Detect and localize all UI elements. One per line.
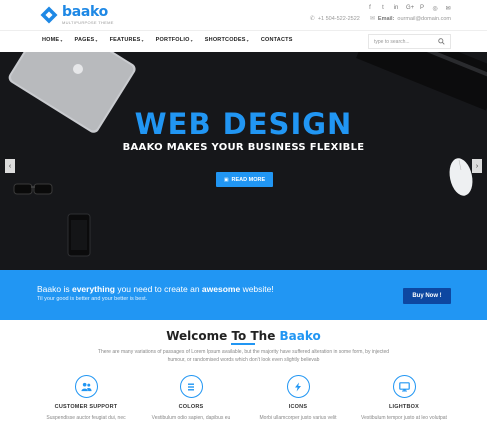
welcome-title: Welcome To The Baako <box>0 329 487 343</box>
feature-lightbox[interactable]: LIGHTBOX Vestibulum tempor justo at leo … <box>354 375 454 421</box>
glasses-image <box>13 183 53 195</box>
feature-title: CUSTOMER SUPPORT <box>54 404 118 410</box>
top-bar: baako MULTIPURPOSE THEME f t in G+ P ◎ ✉… <box>0 0 487 30</box>
title-divider <box>231 343 255 345</box>
users-icon <box>74 375 98 398</box>
feature-desc: Vestibulum odio sapien, dapibus eu <box>151 415 231 421</box>
chevron-left-icon: ‹ <box>8 162 12 170</box>
linkedin-icon[interactable]: in <box>393 5 399 12</box>
nav-label: SHORTCODES <box>204 37 246 43</box>
cta-headline: Baako is everything you need to create a… <box>37 284 274 294</box>
brush-icon <box>179 375 203 398</box>
read-more-button[interactable]: ▣ READ MORE <box>216 172 273 187</box>
email-address[interactable]: ourmail@domain.com <box>397 16 451 22</box>
chart-icon: ▣ <box>223 176 229 183</box>
chevron-down-icon: ▾ <box>95 37 98 43</box>
cta-strong-text: everything <box>71 284 115 294</box>
nav-item-home[interactable]: HOME ▾ <box>42 37 63 43</box>
chevron-down-icon: ▾ <box>60 37 63 43</box>
nav-label: FEATURES <box>109 37 141 43</box>
welcome-title-text: Welcome To The <box>166 329 280 343</box>
phone-image <box>67 213 91 257</box>
nav-item-pages[interactable]: PAGES ▾ <box>75 37 98 43</box>
main-nav: HOME ▾ PAGES ▾ FEATURES ▾ PORTFOLIO ▾ SH… <box>0 30 487 52</box>
feature-desc: Suspendisse auctor feugiat dui, nec <box>46 415 126 421</box>
search-box <box>368 34 451 49</box>
hero-background-image <box>8 52 487 257</box>
email-label: Email: <box>377 15 395 22</box>
chevron-right-icon: › <box>475 162 479 170</box>
search-input[interactable] <box>374 38 440 45</box>
cta-band: Baako is everything you need to create a… <box>0 270 487 320</box>
read-more-label: READ MORE <box>231 176 266 183</box>
feature-customer-support[interactable]: CUSTOMER SUPPORT Suspendisse auctor feug… <box>36 375 136 421</box>
cta-strong-text: awesome <box>201 284 241 294</box>
slider-prev-button[interactable]: ‹ <box>5 159 15 173</box>
nav-item-shortcodes[interactable]: SHORTCODES ▾ <box>205 37 249 43</box>
features-row: CUSTOMER SUPPORT Suspendisse auctor feug… <box>0 375 487 422</box>
nav-label: PORTFOLIO <box>155 37 190 43</box>
facebook-icon[interactable]: f <box>367 5 373 12</box>
chevron-down-icon: ▾ <box>141 37 144 43</box>
search-icon[interactable] <box>438 38 445 45</box>
contact-info: ✆ +1 504-522-2522 ✉ Email: ourmail@domai… <box>309 15 451 23</box>
nav-item-features[interactable]: FEATURES ▾ <box>110 37 144 43</box>
hero-slider: WEB DESIGN BAAKO MAKES YOUR BUSINESS FLE… <box>0 52 487 270</box>
chevron-down-icon: ▾ <box>246 37 249 43</box>
feature-icons[interactable]: ICONS Morbi ullamcorper justo varius vel… <box>248 375 348 421</box>
cta-text: you need to create an <box>114 284 202 294</box>
pinterest-icon[interactable]: P <box>419 5 425 12</box>
chevron-down-icon: ▾ <box>190 37 193 43</box>
nav-item-portfolio[interactable]: PORTFOLIO ▾ <box>156 37 193 43</box>
hero-title: WEB DESIGN <box>134 107 353 141</box>
monitor-image <box>356 52 487 111</box>
welcome-title-accent: Baako <box>279 329 321 343</box>
cta-text: Baako is <box>37 284 72 294</box>
feature-colors[interactable]: COLORS Vestibulum odio sapien, dapibus e… <box>141 375 241 421</box>
nav-label: PAGES <box>74 37 95 43</box>
nav-item-contacts[interactable]: CONTACTS <box>261 37 293 43</box>
envelope-icon: ✉ <box>369 16 375 22</box>
nav-label: HOME <box>42 37 60 43</box>
social-links: f t in G+ P ◎ ✉ <box>367 5 451 12</box>
feature-title: ICONS <box>288 404 308 410</box>
slider-next-button[interactable]: › <box>472 159 482 173</box>
mail-icon[interactable]: ✉ <box>445 5 451 12</box>
bolt-icon <box>286 375 310 398</box>
google-plus-icon[interactable]: G+ <box>406 5 414 12</box>
cta-subline: Til your good is better and your better … <box>37 296 148 302</box>
logo-tagline: MULTIPURPOSE THEME <box>62 20 114 25</box>
logo-diamond-icon <box>40 6 58 24</box>
buy-now-button[interactable]: Buy Now ! <box>403 288 451 304</box>
phone-number: +1 504-522-2522 <box>317 15 360 22</box>
feature-desc: Vestibulum tempor justo at leo volutpat <box>361 415 447 421</box>
feature-title: COLORS <box>178 404 204 410</box>
welcome-text: There are many variations of passages of… <box>97 349 390 363</box>
logo-name: baako <box>62 4 108 20</box>
instagram-icon[interactable]: ◎ <box>432 5 438 12</box>
nav-label: CONTACTS <box>260 37 293 43</box>
feature-title: LIGHTBOX <box>388 404 420 410</box>
monitor-icon <box>392 375 416 398</box>
feature-desc: Morbi ullamcorper justo varius velit <box>259 415 337 421</box>
hero-subtitle: BAAKO MAKES YOUR BUSINESS FLEXIBLE <box>122 142 365 153</box>
logo[interactable]: baako MULTIPURPOSE THEME <box>40 5 114 25</box>
phone-icon: ✆ <box>309 16 315 22</box>
cta-text: website! <box>240 284 274 294</box>
twitter-icon[interactable]: t <box>380 5 386 12</box>
